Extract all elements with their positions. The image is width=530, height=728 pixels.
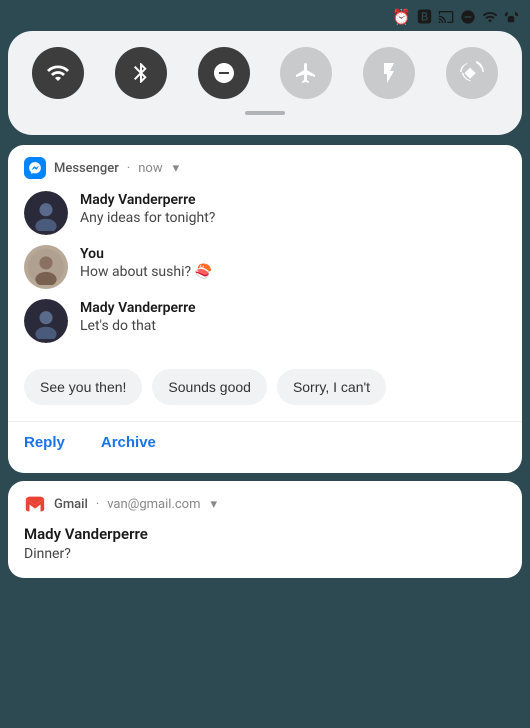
reply-button[interactable]: Reply bbox=[24, 426, 81, 459]
drag-handle[interactable] bbox=[245, 111, 285, 115]
quick-settings-panel bbox=[8, 31, 522, 135]
flashlight-toggle[interactable] bbox=[363, 47, 415, 99]
avatar-you bbox=[24, 245, 68, 289]
signal-icon bbox=[504, 9, 518, 25]
message-row-2: You How about sushi? 🍣 bbox=[24, 245, 506, 289]
gmail-subject: Dinner? bbox=[24, 546, 506, 562]
messenger-app-icon bbox=[24, 157, 46, 179]
rotate-toggle[interactable] bbox=[446, 47, 498, 99]
messenger-notif-actions: Reply Archive bbox=[8, 421, 522, 473]
messenger-notification-card: Messenger · now ▾ Mady Van bbox=[8, 145, 522, 473]
bluetooth-icon: 🅱 bbox=[417, 6, 432, 27]
dnd-icon bbox=[460, 9, 476, 25]
gmail-notif-header: Gmail · van@gmail.com ▾ bbox=[24, 493, 506, 515]
alarm-icon: ⏰ bbox=[392, 8, 411, 26]
message-row-3: Mady Vanderperre Let's do that bbox=[24, 299, 506, 343]
gmail-notification-card: Gmail · van@gmail.com ▾ Mady Vanderperre… bbox=[8, 481, 522, 578]
messages-list: Mady Vanderperre Any ideas for tonight? bbox=[8, 187, 522, 365]
quick-reply-sorry[interactable]: Sorry, I can't bbox=[277, 369, 386, 405]
message-row-1: Mady Vanderperre Any ideas for tonight? bbox=[24, 191, 506, 235]
cast-icon bbox=[438, 9, 454, 25]
messenger-notif-time-value: now bbox=[138, 161, 162, 176]
message-sender-3: Mady Vanderperre bbox=[80, 299, 196, 317]
message-text-1: Any ideas for tonight? bbox=[80, 209, 215, 229]
archive-button[interactable]: Archive bbox=[101, 426, 172, 459]
message-sender-1: Mady Vanderperre bbox=[80, 191, 215, 209]
avatar-mady-2 bbox=[24, 299, 68, 343]
gmail-dropdown-icon[interactable]: ▾ bbox=[211, 497, 218, 512]
messenger-app-name: Messenger bbox=[54, 161, 119, 176]
messenger-dropdown-icon[interactable]: ▾ bbox=[173, 161, 180, 176]
message-content-2: You How about sushi? 🍣 bbox=[80, 245, 212, 283]
wifi-toggle[interactable] bbox=[32, 47, 84, 99]
bluetooth-toggle[interactable] bbox=[115, 47, 167, 99]
gmail-sender: Mady Vanderperre bbox=[24, 525, 506, 543]
message-content-1: Mady Vanderperre Any ideas for tonight? bbox=[80, 191, 215, 229]
message-content-3: Mady Vanderperre Let's do that bbox=[80, 299, 196, 337]
gmail-app-icon bbox=[24, 493, 46, 515]
notifications-area: Messenger · now ▾ Mady Van bbox=[8, 145, 522, 586]
airplane-toggle[interactable] bbox=[280, 47, 332, 99]
messenger-notif-header: Messenger · now ▾ bbox=[8, 145, 522, 187]
quick-icons-row bbox=[32, 47, 498, 99]
message-text-3: Let's do that bbox=[80, 317, 196, 337]
status-bar: ⏰ 🅱 bbox=[0, 0, 530, 31]
avatar-mady-1 bbox=[24, 191, 68, 235]
message-sender-2: You bbox=[80, 245, 212, 263]
messenger-notif-time: · bbox=[127, 161, 130, 176]
gmail-app-name: Gmail bbox=[54, 497, 88, 512]
message-text-2: How about sushi? 🍣 bbox=[80, 263, 212, 283]
quick-replies: See you then! Sounds good Sorry, I can't bbox=[8, 365, 522, 419]
dnd-toggle[interactable] bbox=[198, 47, 250, 99]
quick-reply-sounds-good[interactable]: Sounds good bbox=[152, 369, 267, 405]
quick-reply-see-you[interactable]: See you then! bbox=[24, 369, 142, 405]
wifi-icon bbox=[482, 9, 498, 25]
gmail-account: van@gmail.com bbox=[107, 497, 200, 512]
